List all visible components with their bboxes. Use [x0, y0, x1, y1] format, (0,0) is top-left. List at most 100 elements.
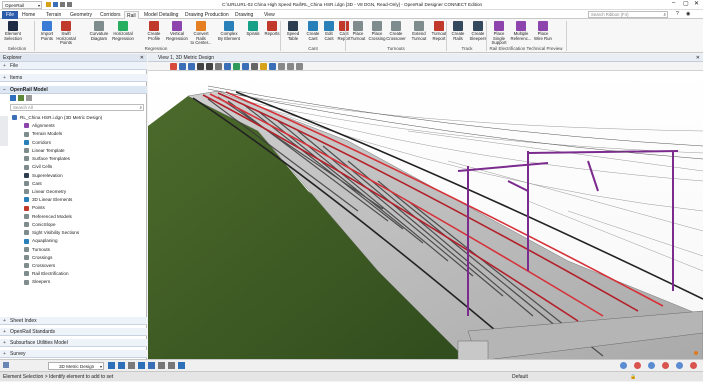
- tree-item[interactable]: Crossings: [24, 254, 52, 262]
- ribbon-button-3[interactable]: Curvature Diagram: [88, 21, 110, 41]
- explorer-section-items[interactable]: + Items: [0, 74, 147, 82]
- close-icon[interactable]: ✕: [696, 54, 700, 62]
- tree-item[interactable]: Alignments: [24, 122, 55, 130]
- tree-item[interactable]: Cant: [24, 180, 42, 188]
- tree-item[interactable]: Sleepers: [24, 278, 50, 286]
- toolbar-icon[interactable]: [26, 95, 32, 101]
- tree-item[interactable]: Crossovers: [24, 262, 55, 270]
- tree-root[interactable]: RL_China HSR.i.dgn (3D Metric Design): [12, 114, 102, 122]
- redo-icon[interactable]: [67, 2, 72, 7]
- view-tool-icon[interactable]: [215, 63, 222, 70]
- tree-item[interactable]: Terrain Models: [24, 130, 62, 138]
- ribbon-button-20[interactable]: Create Rails: [447, 21, 469, 41]
- tree-item[interactable]: Points: [24, 204, 45, 212]
- tree-item[interactable]: Referenced Models: [24, 213, 72, 221]
- view-tool-icon[interactable]: [179, 63, 186, 70]
- model-dropdown[interactable]: 3D Metric Design ▾: [48, 362, 104, 370]
- view-tool-icon[interactable]: [278, 63, 285, 70]
- ribbon-button-4[interactable]: Horizontal Regression: [112, 21, 134, 41]
- status-icon[interactable]: [690, 362, 697, 369]
- view-tool-icon[interactable]: [287, 63, 294, 70]
- view-tool-icon[interactable]: [260, 63, 267, 70]
- status-icon[interactable]: [620, 362, 627, 369]
- ribbon-button-6[interactable]: Vertical Regression: [166, 21, 188, 41]
- undo-icon[interactable]: [60, 2, 65, 7]
- status-icon[interactable]: [648, 362, 655, 369]
- bottom-tool-icon[interactable]: [118, 362, 125, 369]
- ribbon-button-8[interactable]: Complex By Element: [218, 21, 240, 41]
- bottom-tool-icon[interactable]: [148, 362, 155, 369]
- explorer-section-survey[interactable]: + Survey: [0, 350, 147, 358]
- tab-corridors[interactable]: Corridors: [98, 11, 123, 19]
- ribbon-button-23[interactable]: Multiple Referenc...: [510, 21, 532, 41]
- bottom-tool-icon[interactable]: [178, 362, 185, 369]
- ribbon-button-11[interactable]: Speed Table: [282, 21, 304, 41]
- tree-item[interactable]: 3D Linear Elements: [24, 196, 72, 204]
- view-tool-icon[interactable]: [296, 63, 303, 70]
- view-tool-icon[interactable]: [170, 63, 177, 70]
- ribbon-button-0[interactable]: Element Selection: [2, 21, 24, 41]
- bottom-tool-icon[interactable]: [138, 362, 145, 369]
- tree-item[interactable]: Superelevation: [24, 172, 63, 180]
- tree-item[interactable]: Civil Cells: [24, 163, 52, 171]
- explorer-side-tab[interactable]: [0, 116, 8, 146]
- tree-item[interactable]: Linear Geometry: [24, 188, 66, 196]
- help-icon[interactable]: ?: [676, 11, 679, 17]
- tab-geometry[interactable]: Geometry: [68, 11, 94, 19]
- tree-item[interactable]: Turnouts: [24, 246, 50, 254]
- status-icon[interactable]: [662, 362, 669, 369]
- view-tool-icon[interactable]: [197, 63, 204, 70]
- bottom-tool-icon[interactable]: [128, 362, 135, 369]
- search-ribbon-box[interactable]: Search Ribbon (F4) ⌕: [588, 11, 668, 18]
- explorer-section-openrail-standards[interactable]: + OpenRail Standards: [0, 328, 147, 336]
- tab-home[interactable]: Home: [20, 11, 37, 19]
- tree-item[interactable]: ConicSlope: [24, 221, 56, 229]
- workflow-dropdown[interactable]: OpenRail Modeling ▾: [2, 1, 42, 15]
- bottom-tool-icon[interactable]: [158, 362, 165, 369]
- view-tool-icon[interactable]: [251, 63, 258, 70]
- tree-item[interactable]: Rail Electrification: [24, 270, 69, 278]
- tab-view[interactable]: View: [262, 11, 277, 19]
- tab-model-detailing[interactable]: Model Detailing: [142, 11, 180, 19]
- tree-item[interactable]: Surface Templates: [24, 155, 70, 163]
- ribbon-button-2[interactable]: Swift Horizontal Points: [55, 21, 77, 46]
- ribbon-button-5[interactable]: Create Profile: [143, 21, 165, 41]
- save-icon[interactable]: [53, 2, 58, 7]
- tab-drawing[interactable]: Drawing: [233, 11, 255, 19]
- explorer-section-sheet-index[interactable]: + Sheet Index: [0, 317, 147, 325]
- tab-terrain[interactable]: Terrain: [44, 11, 63, 19]
- tab-rail[interactable]: Rail: [124, 11, 139, 19]
- ribbon-button-7[interactable]: Convert Rails to Center...: [190, 21, 212, 46]
- explorer-search-input[interactable]: Search All ⌕: [10, 104, 144, 111]
- status-icon[interactable]: [676, 362, 683, 369]
- tree-item[interactable]: Aquaplaning: [24, 237, 58, 245]
- view-tool-icon[interactable]: [269, 63, 276, 70]
- ribbon-button-17[interactable]: Create Crossover: [385, 21, 407, 41]
- tree-item[interactable]: Corridors: [24, 139, 51, 147]
- grid-icon[interactable]: [3, 362, 9, 368]
- bottom-tool-icon[interactable]: [108, 362, 115, 369]
- view-window[interactable]: View 1, 3D Metric Design ✕: [148, 54, 703, 371]
- view-tool-icon[interactable]: [206, 63, 213, 70]
- minimize-icon[interactable]: –: [672, 0, 675, 6]
- toolbar-icon[interactable]: [18, 95, 24, 101]
- view-tool-icon[interactable]: [233, 63, 240, 70]
- tab-file[interactable]: File: [2, 11, 19, 19]
- close-icon[interactable]: ✕: [694, 0, 699, 7]
- toolbar-icon[interactable]: [10, 95, 16, 101]
- bottom-tool-icon[interactable]: [168, 362, 175, 369]
- maximize-icon[interactable]: ▢: [683, 0, 689, 7]
- view-tool-icon[interactable]: [224, 63, 231, 70]
- tree-item[interactable]: Linear Template: [24, 147, 65, 155]
- tab-drawing-production[interactable]: Drawing Production: [183, 11, 231, 19]
- user-icon[interactable]: ◉: [686, 11, 690, 17]
- explorer-section-subsurface-utilities-model[interactable]: + Subsurface Utilities Model: [0, 339, 147, 347]
- explorer-section-file[interactable]: + File: [0, 62, 147, 70]
- close-icon[interactable]: ✕: [140, 54, 144, 62]
- explorer-section-openrail-model[interactable]: − OpenRail Model: [0, 86, 147, 94]
- ribbon-button-22[interactable]: Place Single Support: [488, 21, 510, 46]
- view-tool-icon[interactable]: [188, 63, 195, 70]
- tree-item[interactable]: Sight Visibility Sections: [24, 229, 79, 237]
- ribbon-button-24[interactable]: Place Wire Run: [532, 21, 554, 41]
- open-icon[interactable]: [46, 2, 51, 7]
